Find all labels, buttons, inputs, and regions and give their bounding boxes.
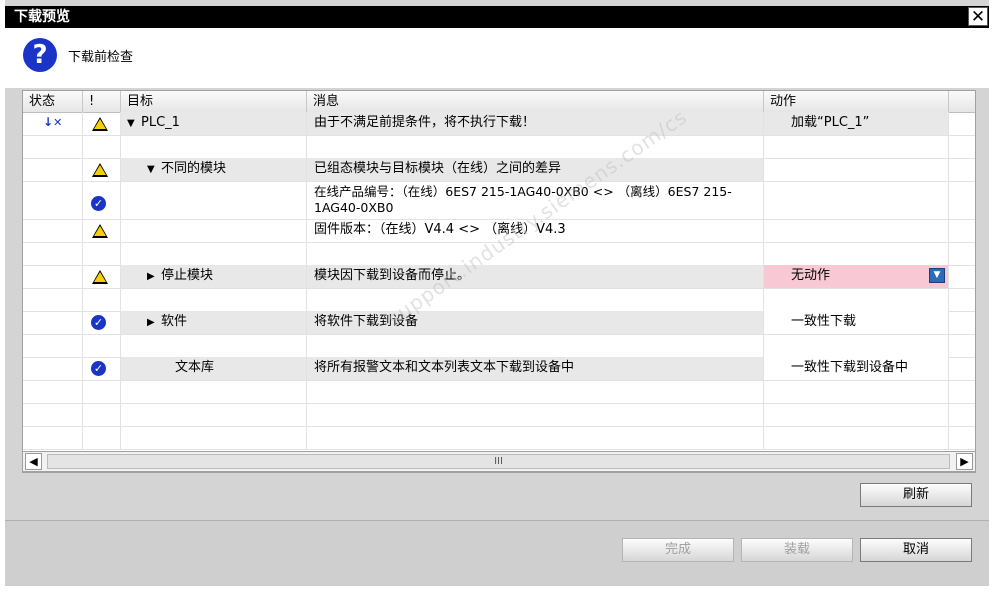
table-header: 状态 ! 目标 消息 动作 xyxy=(23,91,975,113)
table-row[interactable]: ✓ 在线产品编号：（在线）6ES7 215-1AG40-0XB0 <> （离线）… xyxy=(23,181,975,220)
warning-icon xyxy=(92,163,108,177)
row-message: 模块因下载到设备而停止。 xyxy=(307,265,764,288)
table-row-empty xyxy=(23,242,975,266)
scroll-right-icon[interactable]: ▶ xyxy=(956,453,973,470)
refresh-button[interactable]: 刷新 xyxy=(860,483,972,507)
row-message: 将所有报警文本和文本列表文本下载到设备中 xyxy=(307,357,764,380)
row-target: 软件 xyxy=(161,314,188,329)
question-icon: ? xyxy=(23,38,57,72)
row-action[interactable]: 一致性下载 xyxy=(764,311,949,334)
download-status-icon: ↓✕ xyxy=(43,115,63,129)
row-message: 已组态模块与目标模块（在线）之间的差异 xyxy=(307,158,764,181)
table-row[interactable]: ✓ ▶ 软件 将软件下载到设备 一致性下载 xyxy=(23,311,975,335)
horizontal-scrollbar[interactable]: ◀ III ▶ xyxy=(22,451,976,472)
scroll-thumb[interactable]: III xyxy=(47,454,950,469)
table-row[interactable]: 固件版本：（在线）V4.4 <> （离线）V4.3 xyxy=(23,219,975,243)
close-icon: ✕ xyxy=(970,7,986,27)
table-row-empty xyxy=(23,426,975,450)
table-row[interactable]: ✓ 文本库 将所有报警文本和文本列表文本下载到设备中 一致性下载到设备中 xyxy=(23,357,975,381)
table-row-empty xyxy=(23,403,975,427)
header-area: ? 下载前检查 xyxy=(5,28,989,88)
check-icon: ✓ xyxy=(91,315,106,330)
row-message: 固件版本：（在线）V4.4 <> （离线）V4.3 xyxy=(307,219,764,242)
row-target: 不同的模块 xyxy=(161,161,227,176)
table-row-empty xyxy=(23,288,975,312)
finish-button[interactable]: 完成 xyxy=(622,538,734,562)
collapse-arrow-icon[interactable]: ▶ xyxy=(147,266,161,288)
column-header-message[interactable]: 消息 xyxy=(307,91,764,112)
row-message: 由于不满足前提条件，将不执行下载！ xyxy=(307,112,764,135)
table-row-empty xyxy=(23,135,975,159)
check-icon: ✓ xyxy=(91,196,106,211)
action-dropdown[interactable]: 无动作 ▼ xyxy=(764,265,949,288)
dropdown-arrow-icon[interactable]: ▼ xyxy=(929,268,945,283)
row-target: 停止模块 xyxy=(161,268,214,283)
load-button[interactable]: 装载 xyxy=(741,538,853,562)
row-message: 在线产品编号：（在线）6ES7 215-1AG40-0XB0 <> （离线）6E… xyxy=(307,181,764,219)
table-row[interactable]: ▶ 停止模块 模块因下载到设备而停止。 无动作 ▼ xyxy=(23,265,975,289)
download-preview-dialog: 下载预览 ✕ ? 下载前检查 状态 ! 目标 消息 动作 ↓✕ ▼ PLC_1 由… xyxy=(5,0,989,586)
row-message: 将软件下载到设备 xyxy=(307,311,764,334)
row-target: PLC_1 xyxy=(141,115,180,130)
footer: 完成 装载 取消 xyxy=(5,521,989,586)
check-table: 状态 ! 目标 消息 动作 ↓✕ ▼ PLC_1 由于不满足前提条件，将不执行下载… xyxy=(22,90,976,473)
column-header-flag[interactable]: ! xyxy=(83,91,121,112)
expand-arrow-icon[interactable]: ▼ xyxy=(127,113,141,135)
column-header-status[interactable]: 状态 xyxy=(23,91,83,112)
row-action[interactable]: 加载“PLC_1” xyxy=(764,112,949,135)
title-bar: 下载预览 ✕ xyxy=(5,6,989,28)
table-row[interactable]: ▼ 不同的模块 已组态模块与目标模块（在线）之间的差异 xyxy=(23,158,975,182)
row-action: 无动作 xyxy=(791,268,831,283)
collapse-arrow-icon[interactable]: ▶ xyxy=(147,312,161,334)
column-header-target[interactable]: 目标 xyxy=(121,91,307,112)
row-target: 文本库 xyxy=(121,357,307,380)
warning-icon xyxy=(92,117,108,131)
dialog-title: 下载预览 xyxy=(14,9,70,25)
close-button[interactable]: ✕ xyxy=(968,7,988,27)
table-row-empty xyxy=(23,334,975,358)
table-row[interactable]: ↓✕ ▼ PLC_1 由于不满足前提条件，将不执行下载！ 加载“PLC_1” xyxy=(23,112,975,136)
row-action[interactable]: 一致性下载到设备中 xyxy=(764,357,949,380)
check-icon: ✓ xyxy=(91,361,106,376)
warning-icon xyxy=(92,270,108,284)
expand-arrow-icon[interactable]: ▼ xyxy=(147,159,161,181)
table-row-empty xyxy=(23,380,975,404)
cancel-button[interactable]: 取消 xyxy=(860,538,972,562)
scroll-left-icon[interactable]: ◀ xyxy=(25,453,42,470)
warning-icon xyxy=(92,224,108,238)
header-label: 下载前检查 xyxy=(68,50,134,65)
column-header-action[interactable]: 动作 xyxy=(764,91,949,112)
